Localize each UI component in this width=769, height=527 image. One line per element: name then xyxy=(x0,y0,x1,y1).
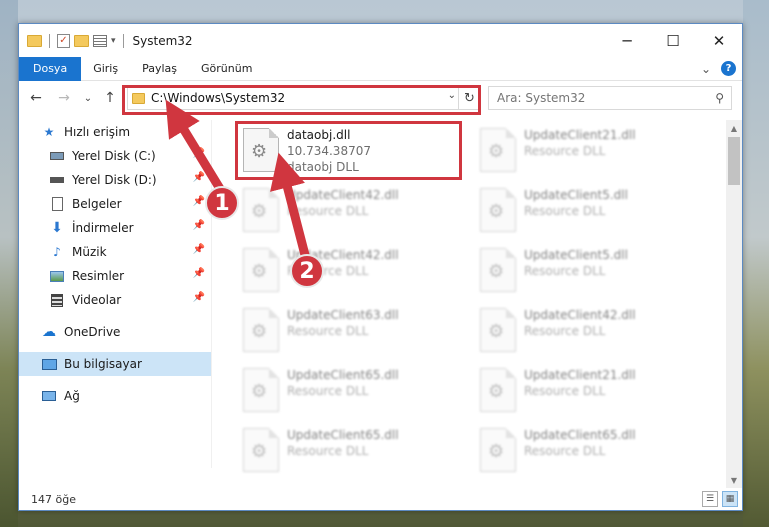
step-two-badge: 2 xyxy=(290,254,324,288)
callout-arrows xyxy=(165,99,310,260)
arrow-to-address-bar xyxy=(165,99,227,197)
arrow-to-file xyxy=(270,152,310,260)
step-one-badge: 1 xyxy=(205,186,239,220)
